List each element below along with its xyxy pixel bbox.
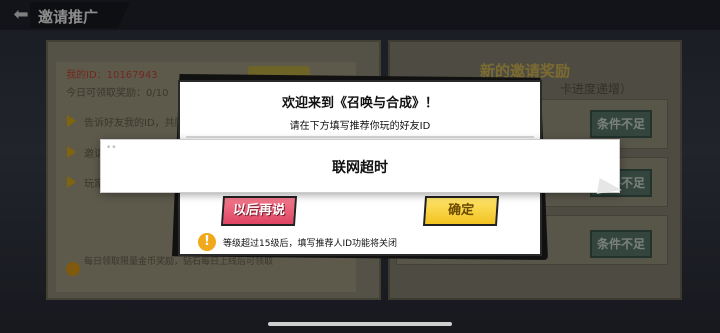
dialog-title: 欢迎来到《召唤与合成》！: [281, 96, 438, 111]
later-button[interactable]: 以后再说: [220, 196, 298, 226]
confirm-button[interactable]: 确定: [422, 196, 500, 226]
home-indicator[interactable]: [268, 322, 452, 326]
paw-icon: ••: [106, 143, 117, 153]
toast-text: 联网超时: [332, 160, 388, 176]
warning-text: 等级超过15级后，填写推荐人ID功能将关闭: [223, 239, 398, 249]
dialog-subtitle: 请在下方填写推荐你玩的好友ID: [289, 121, 431, 132]
exclamation-icon: !: [198, 233, 216, 251]
divider: [186, 136, 534, 138]
